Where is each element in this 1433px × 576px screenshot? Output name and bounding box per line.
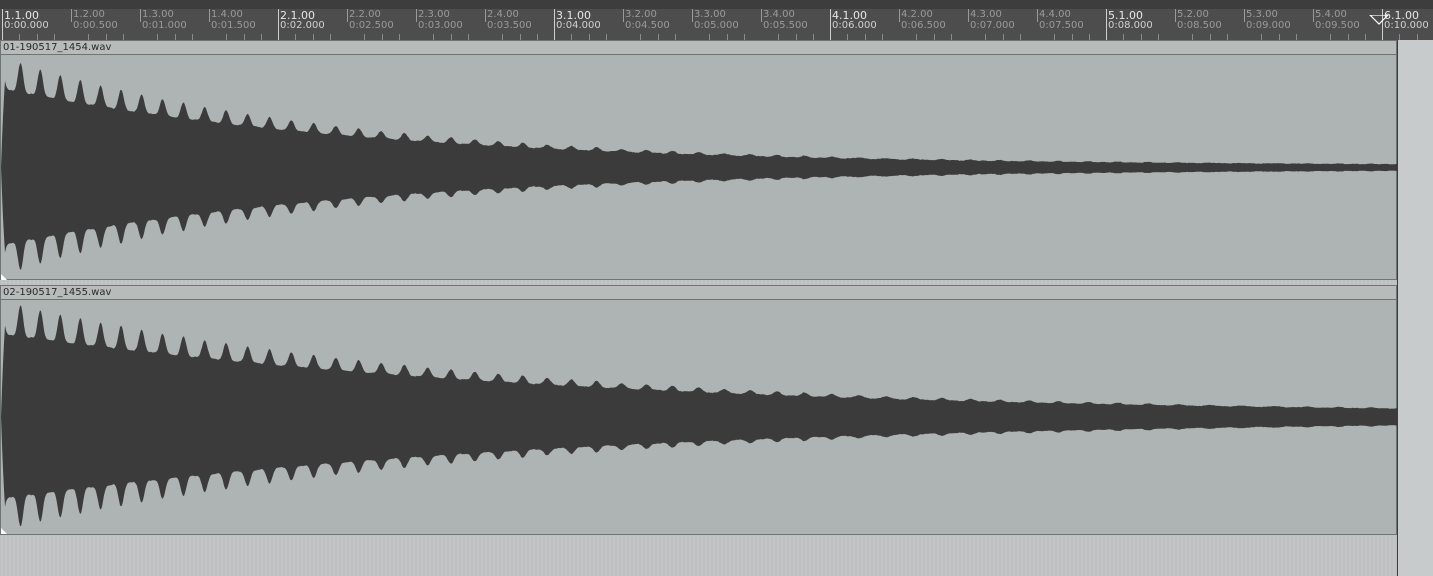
ruler-tick xyxy=(140,9,141,22)
ruler-beat-time-label: 0:05.000 xyxy=(694,20,739,31)
track-1-lane[interactable]: 01-190517_1454.wav xyxy=(0,40,1433,285)
ruler-beat-label: 5.2.00 xyxy=(1177,9,1209,20)
media-item[interactable]: 01-190517_1454.wav xyxy=(0,40,1398,280)
ruler-beat-label: 3.3.00 xyxy=(694,9,726,20)
ruler-beat-time-label: 0:04.500 xyxy=(625,20,670,31)
ruler-beat-label: 4.4.00 xyxy=(1039,9,1071,20)
ruler-tick xyxy=(968,9,969,22)
ruler-beat-label: 2.2.00 xyxy=(349,9,381,20)
ruler-beat-label: 4.2.00 xyxy=(901,9,933,20)
ruler-beat-time-label: 0:07.000 xyxy=(970,20,1015,31)
ruler-beat-label: 1.4.00 xyxy=(211,9,243,20)
ruler-beat-label: 5.3.00 xyxy=(1246,9,1278,20)
ruler-beat-time-label: 0:08.500 xyxy=(1177,20,1222,31)
ruler-beat-label: 1.2.00 xyxy=(73,9,105,20)
ruler-time-label: 0:06.000 xyxy=(832,20,877,31)
ruler-time-label: 0:10.000 xyxy=(1384,20,1429,31)
ruler-beat-time-label: 0:07.500 xyxy=(1039,20,1084,31)
ruler-beat-label: 3.2.00 xyxy=(625,9,657,20)
item-name-label: 02-190517_1455.wav xyxy=(3,287,112,298)
fade-in-handle xyxy=(1,274,7,280)
waveform-shape xyxy=(1,305,1398,527)
ruler-tick xyxy=(1106,9,1107,40)
ruler-tick xyxy=(209,9,210,22)
ruler-beat-time-label: 0:01.000 xyxy=(142,20,187,31)
ruler-beat-label: 2.4.00 xyxy=(487,9,519,20)
item-header[interactable]: 02-190517_1455.wav xyxy=(1,286,1396,300)
ruler-tick xyxy=(692,9,693,22)
waveform-shape xyxy=(1,63,1398,270)
ruler-tick xyxy=(554,9,555,40)
ruler-beat-time-label: 0:05.500 xyxy=(763,20,808,31)
ruler-tick xyxy=(1175,9,1176,22)
ruler-beat-time-label: 0:09.500 xyxy=(1315,20,1360,31)
ruler-beat-label: 4.3.00 xyxy=(970,9,1002,20)
item-header[interactable]: 01-190517_1454.wav xyxy=(1,41,1396,55)
ruler-time-label: 0:00.000 xyxy=(4,20,49,31)
project-end-marker[interactable] xyxy=(1397,40,1398,576)
ruler-beat-time-label: 0:01.500 xyxy=(211,20,256,31)
ruler-beat-time-label: 0:02.500 xyxy=(349,20,394,31)
waveform xyxy=(1,305,1398,534)
ruler-tick xyxy=(761,9,762,22)
ruler-tick xyxy=(899,9,900,22)
ruler-tick xyxy=(347,9,348,22)
ruler-beat-time-label: 0:00.500 xyxy=(73,20,118,31)
ruler-time-label: 0:04.000 xyxy=(556,20,601,31)
ruler-beat-label: 5.4.00 xyxy=(1315,9,1347,20)
arrange-view[interactable]: 01-190517_1454.wav 02-190517_1455.wav xyxy=(0,40,1433,576)
ruler-beat-label: 1.3.00 xyxy=(142,9,174,20)
waveform xyxy=(1,63,1398,280)
ruler-tick xyxy=(2,9,3,40)
fade-in-handle xyxy=(1,528,7,534)
ruler-tick xyxy=(1244,9,1245,22)
ruler-beat-time-label: 0:06.500 xyxy=(901,20,946,31)
ruler-tick xyxy=(623,9,624,22)
ruler-beat-time-label: 0:03.000 xyxy=(418,20,463,31)
ruler-beat-label: 3.4.00 xyxy=(763,9,795,20)
ruler-tick xyxy=(830,9,831,40)
ruler-tick xyxy=(71,9,72,22)
ruler-time-label: 0:02.000 xyxy=(280,20,325,31)
timeline-ruler[interactable]: 1.1.00 0:00.000 2.1.00 0:02.000 3.1.00 0:04.0… xyxy=(0,0,1433,40)
ruler-beat-label: 2.3.00 xyxy=(418,9,450,20)
ruler-tick xyxy=(485,9,486,22)
ruler-tick xyxy=(1313,9,1314,22)
track-2-lane[interactable]: 02-190517_1455.wav xyxy=(0,285,1433,535)
ruler-top-strip xyxy=(0,0,1433,9)
ruler-tick xyxy=(1037,9,1038,22)
item-name-label: 01-190517_1454.wav xyxy=(3,42,112,53)
ruler-tick xyxy=(278,9,279,40)
ruler-time-label: 0:08.000 xyxy=(1108,20,1153,31)
ruler-tick xyxy=(416,9,417,22)
ruler-beat-time-label: 0:03.500 xyxy=(487,20,532,31)
playhead-marker-icon[interactable] xyxy=(1368,10,1390,29)
media-item[interactable]: 02-190517_1455.wav xyxy=(0,285,1398,535)
ruler-beat-time-label: 0:09.000 xyxy=(1246,20,1291,31)
